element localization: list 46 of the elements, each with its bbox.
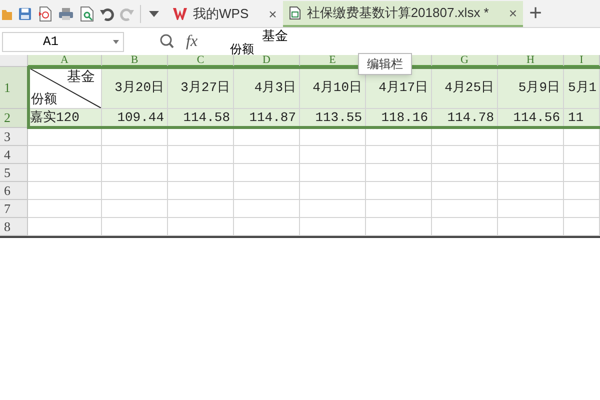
- redo-icon[interactable]: [120, 6, 134, 20]
- column-header[interactable]: C: [168, 55, 234, 67]
- cell-text: 基金: [67, 69, 95, 83]
- logo-icon: [173, 8, 187, 20]
- close-button[interactable]: ×: [508, 2, 518, 24]
- spreadsheet-file-icon: [288, 6, 301, 20]
- row-header[interactable]: 8: [0, 218, 28, 236]
- row-header[interactable]: 1: [0, 67, 28, 109]
- column-header[interactable]: G: [432, 55, 498, 67]
- document-icon[interactable]: [38, 6, 52, 22]
- column-header[interactable]: H: [498, 55, 564, 67]
- row-header[interactable]: 5: [0, 164, 28, 182]
- dropdown-icon[interactable]: [149, 10, 159, 16]
- save-icon[interactable]: [18, 6, 32, 20]
- select-all-corner[interactable]: [0, 55, 28, 67]
- column-header[interactable]: I: [564, 55, 600, 67]
- function-button[interactable]: fx: [186, 30, 198, 54]
- row-header[interactable]: 4: [0, 146, 28, 164]
- print-preview-icon[interactable]: [80, 6, 94, 22]
- table-cell[interactable]: 3月20日: [102, 67, 168, 109]
- column-header[interactable]: B: [102, 55, 168, 67]
- formula-text: 基金: [262, 29, 288, 42]
- table-cell[interactable]: 4月10日: [300, 67, 366, 109]
- name-box[interactable]: A1: [2, 32, 124, 52]
- row-header[interactable]: 6: [0, 182, 28, 200]
- row-header[interactable]: 7: [0, 200, 28, 218]
- table-cell[interactable]: 5月1: [564, 67, 600, 109]
- table-cell[interactable]: 4月3日: [234, 67, 300, 109]
- zoom-search-icon[interactable]: [160, 34, 174, 49]
- print-icon[interactable]: [58, 6, 74, 20]
- undo-icon[interactable]: [100, 6, 114, 20]
- table-cell[interactable]: 4月25日: [432, 67, 498, 109]
- column-header[interactable]: A: [28, 55, 102, 67]
- table-cell[interactable]: 3月27日: [168, 67, 234, 109]
- diagonal-header-cell[interactable]: 基金 份额: [28, 67, 102, 109]
- cell-text: 份额: [31, 92, 57, 105]
- row-header[interactable]: 2: [0, 109, 28, 128]
- table-cell[interactable]: 5月9日: [498, 67, 564, 109]
- column-header[interactable]: D: [234, 55, 300, 67]
- new-tab-button[interactable]: +: [529, 2, 542, 24]
- close-button[interactable]: ×: [268, 4, 277, 24]
- tooltip: 编辑栏: [358, 53, 412, 75]
- dropdown-icon[interactable]: [113, 40, 119, 44]
- formula-text: 份额: [230, 43, 254, 55]
- row-header[interactable]: 3: [0, 128, 28, 146]
- tab[interactable]: 社保缴费基数计算201807.xlsx * ×: [282, 1, 524, 27]
